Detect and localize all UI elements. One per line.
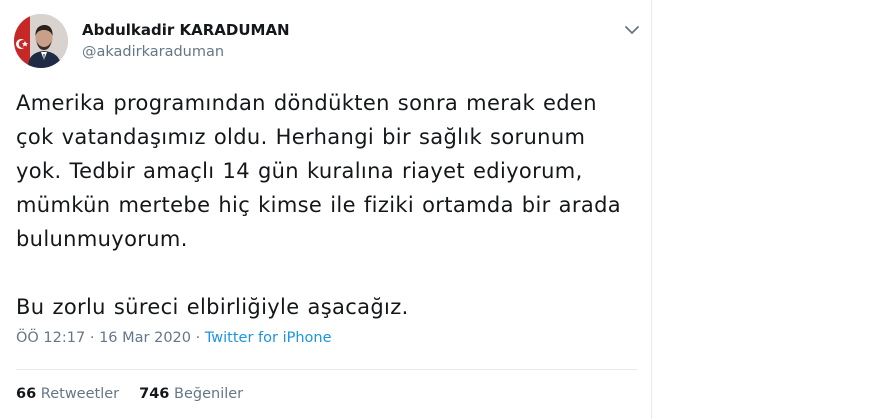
tweet-metadata: ÖÖ 12:17 · 16 Mar 2020 · Twitter for iPh… xyxy=(16,330,332,346)
retweets-label: Retweetler xyxy=(40,386,120,402)
tweet-stats: 66 Retweetler 746 Beğeniler xyxy=(16,386,243,402)
tweet-card: Abdulkadir KARADUMAN @akadirkaraduman Am… xyxy=(0,0,652,419)
likes-stat[interactable]: 746 Beğeniler xyxy=(139,386,243,402)
avatar[interactable] xyxy=(14,14,68,68)
divider xyxy=(16,369,637,370)
author-name[interactable]: Abdulkadir KARADUMAN xyxy=(82,21,290,39)
tweet-source-link[interactable]: Twitter for iPhone xyxy=(205,330,332,346)
author-handle[interactable]: @akadirkaraduman xyxy=(82,44,224,60)
tweet-time[interactable]: ÖÖ 12:17 xyxy=(16,330,85,346)
likes-label: Beğeniler xyxy=(174,386,244,402)
tweet-date[interactable]: 16 Mar 2020 xyxy=(99,330,191,346)
meta-separator: · xyxy=(191,330,205,346)
retweets-stat[interactable]: 66 Retweetler xyxy=(16,386,119,402)
meta-separator: · xyxy=(85,330,100,346)
retweets-count: 66 xyxy=(16,386,37,402)
tweet-text: Amerika programından döndükten sonra mer… xyxy=(16,91,622,319)
chevron-down-icon[interactable] xyxy=(624,22,640,36)
avatar-photo xyxy=(14,14,68,68)
likes-count: 746 xyxy=(139,386,170,402)
